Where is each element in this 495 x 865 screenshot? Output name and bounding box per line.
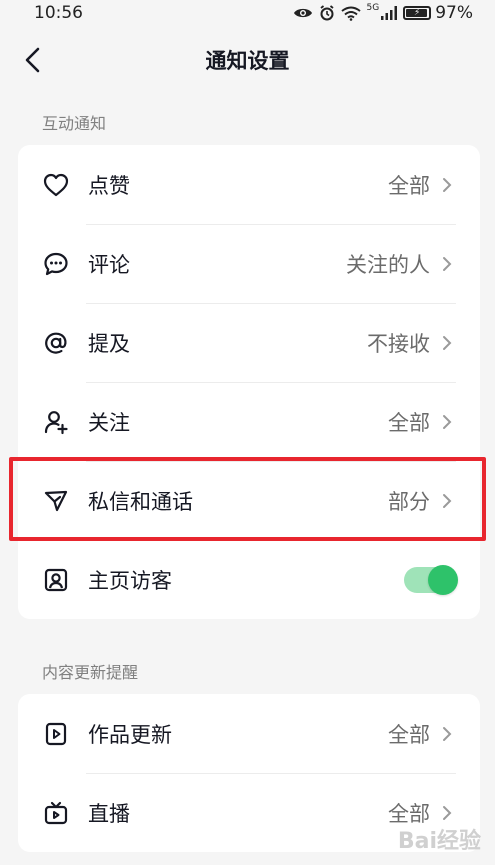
signal-icon: [381, 6, 398, 20]
row-mentions[interactable]: 提及 不接收: [18, 303, 480, 382]
chevron-right-icon: [438, 174, 456, 196]
eye-icon: [293, 6, 313, 20]
alarm-icon: [319, 5, 335, 21]
row-messages-and-calls[interactable]: 私信和通话 部分: [18, 461, 480, 540]
row-label: 关注: [88, 410, 130, 435]
chevron-right-icon: [438, 332, 456, 354]
row-label: 主页访客: [88, 568, 172, 593]
chevron-left-icon: [25, 47, 40, 73]
row-value: 关注的人: [346, 252, 430, 277]
toggle-knob: [428, 564, 458, 595]
battery-percent: 97%: [435, 3, 473, 23]
row-profile-visitors: 主页访客: [18, 540, 480, 619]
row-label: 点赞: [88, 173, 130, 198]
network-type-label: 5G: [366, 3, 380, 13]
interaction-settings-card: 点赞 全部 评论 关注的人 提及 不接收 关注 全部 私信和通话 部分 主页访客: [18, 145, 480, 619]
add-user-icon: [42, 408, 70, 436]
row-value: 部分: [388, 489, 430, 514]
row-label: 评论: [88, 252, 130, 277]
page-title: 通知设置: [205, 49, 290, 73]
status-time: 10:56: [34, 3, 83, 23]
row-likes[interactable]: 点赞 全部: [18, 145, 480, 224]
row-value: 全部: [388, 722, 430, 747]
row-label: 作品更新: [88, 722, 172, 747]
chevron-right-icon: [438, 411, 456, 433]
chevron-right-icon: [438, 723, 456, 745]
status-bar: 10:56 5G ⚡ 97%: [0, 0, 495, 26]
section-title-interaction: 互动通知: [42, 114, 107, 133]
status-icons: 5G ⚡ 97%: [293, 3, 473, 23]
comment-icon: [42, 250, 70, 278]
nav-bar: 通知设置: [0, 34, 495, 86]
chevron-right-icon: [438, 802, 456, 824]
video-icon: [42, 720, 70, 748]
profile-icon: [42, 566, 70, 594]
profile-visitors-toggle[interactable]: [404, 564, 458, 595]
back-button[interactable]: [14, 42, 50, 78]
at-icon: [42, 329, 70, 357]
chevron-right-icon: [438, 490, 456, 512]
row-label: 私信和通话: [88, 489, 193, 514]
battery-icon: ⚡: [403, 6, 432, 20]
watermark: Bai经验: [398, 823, 481, 855]
row-value: 不接收: [367, 331, 430, 356]
row-follows[interactable]: 关注 全部: [18, 382, 480, 461]
wifi-icon: [340, 6, 361, 21]
send-icon: [42, 487, 70, 515]
heart-icon: [42, 171, 70, 199]
row-work-updates[interactable]: 作品更新 全部: [18, 694, 480, 773]
battery-indicator: ⚡ 97%: [403, 3, 473, 23]
watermark-text: Bai经验: [397, 829, 481, 854]
section-title-content-updates: 内容更新提醒: [42, 663, 139, 682]
tv-icon: [42, 799, 70, 827]
row-label: 提及: [88, 331, 130, 356]
row-value: 全部: [388, 173, 430, 198]
chevron-right-icon: [438, 253, 456, 275]
row-label: 直播: [88, 801, 130, 826]
row-value: 全部: [388, 410, 430, 435]
row-comments[interactable]: 评论 关注的人: [18, 224, 480, 303]
